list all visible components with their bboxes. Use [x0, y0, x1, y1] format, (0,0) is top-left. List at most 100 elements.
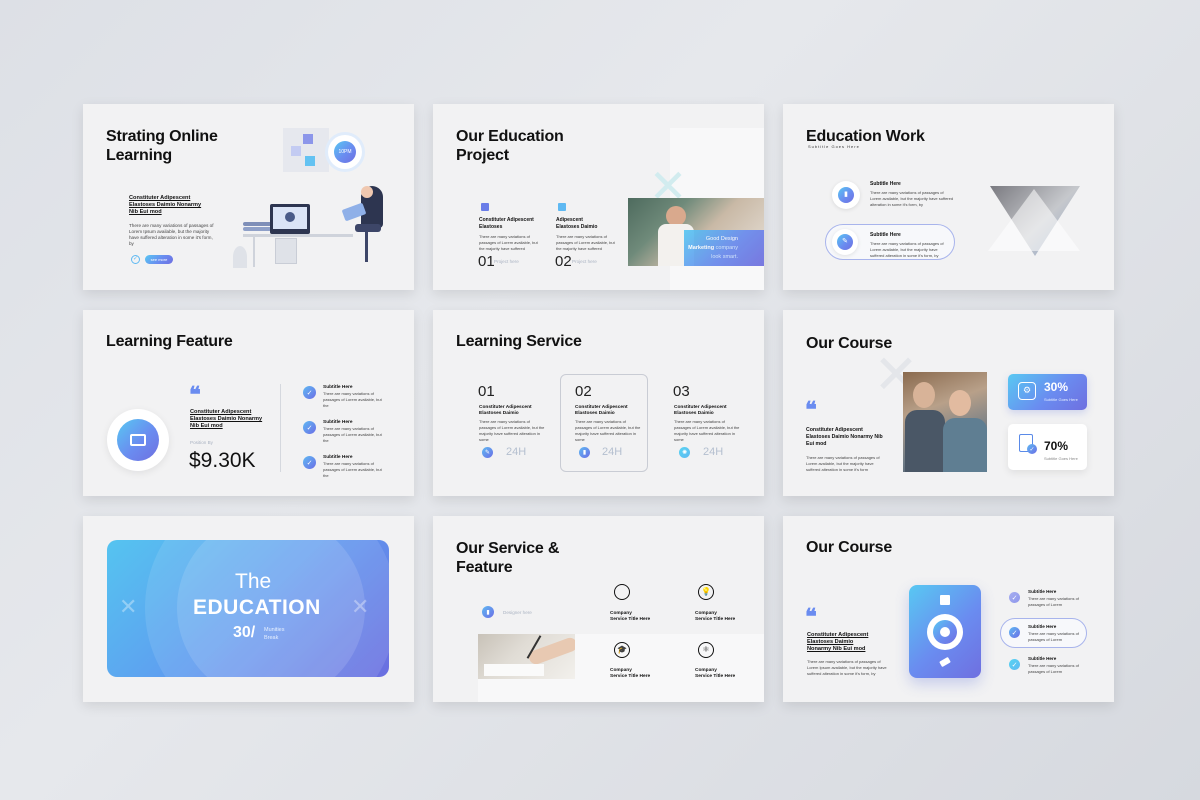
service-icon: ✺ — [679, 447, 690, 458]
graduation-cap-icon: 🎓 — [614, 642, 630, 658]
settings-icon: ⚙ — [1018, 382, 1036, 400]
online-learning-illustration: 10PM — [233, 126, 403, 276]
book-icon: ▮ — [832, 181, 860, 209]
slide-title: Learning Service — [456, 333, 582, 350]
service-hours: 24H — [602, 446, 623, 458]
item-body: There are many variations of passages of… — [870, 241, 944, 258]
quote-icon: ❝ — [805, 604, 817, 630]
eraser-icon — [939, 656, 951, 668]
item-heading: Constituter Adipescent Elastoses — [479, 217, 534, 230]
service-body: There are many variations of passages of… — [575, 419, 641, 442]
item-title: Subtitle Here — [323, 420, 353, 425]
service-subtitle: Service Title Here — [695, 674, 736, 679]
service-icon: ▮ — [579, 447, 590, 458]
slide-title: Our Education Project — [456, 128, 564, 164]
item-title: Subtitle Here — [870, 232, 901, 238]
slide-learning-service[interactable]: Learning Service 01 Constituter Adipesce… — [433, 310, 764, 496]
item-body: There are many variations of passages of… — [323, 426, 382, 443]
check-icon: ✓ — [303, 421, 316, 434]
puzzle-icon — [940, 595, 950, 605]
service-hours: 24H — [703, 446, 724, 458]
cover-line2: EDUCATION — [193, 596, 321, 619]
cover-panel: ✕ ✕ The EDUCATION 30/ Munities Break — [107, 540, 389, 677]
designer-tag: Designer here — [503, 610, 532, 615]
puzzle-icon — [481, 203, 489, 211]
pencil-icon: ✎ — [832, 229, 858, 255]
stat-card-70: ✓ 70% Subtitle Goes Here — [1008, 424, 1087, 470]
value-caption: Position By — [190, 440, 213, 445]
slide-body: There are many variations of passages of… — [807, 659, 887, 676]
slide-education-work[interactable]: Education Work Subtitle Goes Here ▮ Subt… — [783, 104, 1114, 290]
slide-body: There are many variations of passages of… — [806, 455, 880, 472]
slide-title: Our Course — [806, 539, 893, 556]
service-heading: Constituter Adipescent Elastoses Daimio — [479, 405, 532, 416]
lightbulb-icon: 💡 — [698, 584, 714, 600]
overlay-card: Good Design Marketing company look smart… — [684, 230, 764, 266]
slide-our-education-project[interactable]: Our Education Project Constituter Adipes… — [433, 104, 764, 290]
cover-line3-number: 30/ — [233, 624, 256, 641]
stat-card-30: ⚙ 30% Subtitle Goes Here — [1008, 374, 1087, 410]
cover-line1: The — [235, 570, 272, 593]
item-body: There are many variations of passages of… — [1028, 631, 1079, 642]
time-badge: 10PM — [328, 135, 362, 169]
item-title: Subtitle Here — [1028, 656, 1057, 661]
classroom-photo: Good Design Marketing company look smart… — [628, 198, 764, 266]
item-body: There are many variations of passages of… — [479, 234, 538, 251]
item-title: Subtitle Here — [1028, 589, 1057, 594]
slide-heading: Constituter Adipescent Elastoses Daimio … — [807, 632, 869, 652]
check-icon: ✓ — [1009, 627, 1020, 638]
item-body: There are many variations of passages of… — [870, 190, 954, 207]
item-title: Subtitle Here — [870, 181, 901, 187]
value-display: $9.30K — [189, 449, 256, 472]
quote-icon: ❝ — [189, 382, 201, 408]
service-subtitle: Service Title Here — [610, 674, 651, 679]
cover-line3-b: Break — [264, 635, 279, 641]
slide-heading: Constituter Adipescent Elastoses Daimio … — [129, 195, 202, 215]
book-icon — [130, 434, 146, 446]
service-number: 01 — [478, 383, 495, 400]
book-icon: ▮ — [482, 606, 494, 618]
slide-learning-feature[interactable]: Learning Feature ❝ Constituter Adipescen… — [83, 310, 414, 496]
service-number: 03 — [673, 383, 690, 400]
see-more-button[interactable]: see more — [145, 255, 173, 264]
alarm-icon — [614, 584, 630, 600]
cross-icon: ✕ — [119, 594, 138, 619]
check-icon: ✓ — [131, 255, 140, 264]
item-body: There are many variations of passages of… — [323, 391, 382, 408]
slide-our-service-feature[interactable]: Our Service & Feature ▮ Designer here Co… — [433, 516, 764, 702]
item-tag: Project here — [494, 259, 519, 264]
item-title: Subtitle Here — [1028, 624, 1057, 629]
writing-photo — [478, 634, 575, 679]
cross-icon: ✕ — [351, 594, 370, 619]
service-icon: ✎ — [482, 447, 493, 458]
slide-body: There are many variations of passages of… — [129, 223, 214, 246]
item-body: There are many variations of passages of… — [323, 461, 382, 478]
course-card — [909, 585, 981, 678]
slide-heading: Constituter Adipescent Elastoses Daimio … — [806, 427, 883, 447]
item-body: There are many variations of passages of… — [1028, 596, 1079, 607]
book-icon — [558, 203, 566, 211]
item-heading: Adipescent Elastoses Daimio — [556, 217, 598, 230]
slide-education-cover[interactable]: ✕ ✕ The EDUCATION 30/ Munities Break — [83, 516, 414, 702]
item-body: There are many variations of passages of… — [1028, 663, 1079, 674]
service-number: 02 — [575, 383, 592, 400]
slide-our-course-stats[interactable]: Our Course ✕ ❝ Constituter Adipescent El… — [783, 310, 1114, 496]
slide-strating-online-learning[interactable]: Strating Online Learning Constituter Adi… — [83, 104, 414, 290]
service-hours: 24H — [506, 446, 527, 458]
service-heading: Constituter Adipescent Elastoses Daimio — [575, 405, 628, 416]
slide-heading: Constituter Adipescent Elastoses Daimio … — [190, 409, 263, 429]
quote-icon: ❝ — [805, 397, 817, 423]
students-photo — [903, 372, 987, 472]
check-icon: ✓ — [303, 456, 316, 469]
slide-our-course-checklist[interactable]: Our Course ❝ Constituter Adipescent Elas… — [783, 516, 1114, 702]
item-body: There are many variations of passages of… — [556, 234, 615, 251]
slide-title: Strating Online Learning — [106, 128, 218, 164]
service-body: There are many variations of passages of… — [479, 419, 545, 442]
atom-icon: ⚛ — [698, 642, 714, 658]
check-icon: ✓ — [1009, 592, 1020, 603]
check-icon: ✓ — [303, 386, 316, 399]
item-tag: Project here — [572, 259, 597, 264]
service-body: There are many variations of passages of… — [674, 419, 740, 442]
service-subtitle: Service Title Here — [610, 617, 651, 622]
slide-title: Learning Feature — [106, 333, 233, 350]
